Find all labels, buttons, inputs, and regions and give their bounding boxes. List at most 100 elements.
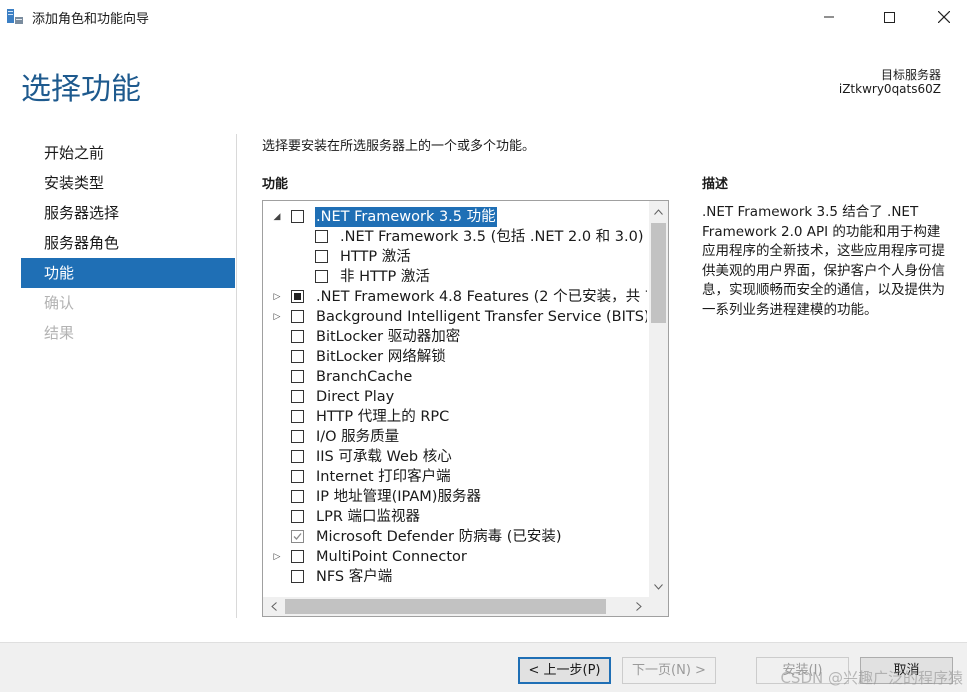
feature-label: I/O 服务质量 — [316, 429, 400, 445]
nav-item-server-selection[interactable]: 服务器选择 — [21, 198, 235, 228]
description-text: .NET Framework 3.5 结合了 .NET Framework 2.… — [702, 204, 945, 318]
feature-label: Internet 打印客户端 — [316, 469, 451, 485]
feature-checkbox[interactable] — [291, 370, 304, 383]
next-button: 下一页(N) > — [622, 657, 716, 684]
expand-arrow-icon[interactable]: ▷ — [271, 307, 283, 327]
feature-row[interactable]: .NET Framework 3.5 (包括 .NET 2.0 和 3.0) — [263, 227, 647, 247]
nav-item-server-roles[interactable]: 服务器角色 — [21, 228, 235, 258]
feature-checkbox[interactable] — [291, 210, 304, 223]
feature-label: IIS 可承载 Web 核心 — [316, 449, 452, 465]
horizontal-scroll-thumb[interactable] — [285, 599, 606, 614]
feature-row[interactable]: NFS 客户端 — [263, 567, 647, 587]
minimize-icon — [824, 16, 834, 18]
feature-checkbox[interactable] — [291, 510, 304, 523]
scroll-up-button[interactable] — [649, 203, 668, 220]
feature-checkbox[interactable] — [291, 450, 304, 463]
feature-label: .NET Framework 3.5 (包括 .NET 2.0 和 3.0) — [340, 229, 644, 245]
close-icon — [938, 11, 950, 23]
feature-label: Microsoft Defender 防病毒 (已安装) — [316, 529, 562, 545]
feature-row[interactable]: ▷ Background Intelligent Transfer Service… — [263, 307, 647, 327]
scroll-left-button[interactable] — [265, 597, 282, 616]
server-manager-icon — [6, 8, 24, 26]
title-bar: 添加角色和功能向导 — [0, 0, 967, 34]
feature-checkbox[interactable] — [291, 490, 304, 503]
maximize-button[interactable] — [866, 0, 912, 34]
feature-label: HTTP 代理上的 RPC — [316, 409, 450, 425]
nav-item-confirmation: 确认 — [44, 294, 75, 312]
feature-checkbox[interactable] — [291, 570, 304, 583]
window-title: 添加角色和功能向导 — [32, 12, 150, 27]
feature-row[interactable]: Microsoft Defender 防病毒 (已安装) — [263, 527, 647, 547]
expand-arrow-icon[interactable]: ▷ — [271, 287, 283, 307]
vertical-scroll-thumb[interactable] — [651, 223, 666, 323]
feature-label: NFS 客户端 — [316, 569, 393, 585]
feature-row[interactable]: LPR 端口监视器 — [263, 507, 647, 527]
scroll-right-button[interactable] — [630, 597, 647, 616]
feature-checkbox — [291, 530, 304, 543]
feature-row[interactable]: IIS 可承载 Web 核心 — [263, 447, 647, 467]
feature-label: HTTP 激活 — [340, 249, 411, 265]
feature-label: BranchCache — [316, 369, 413, 385]
feature-label: IP 地址管理(IPAM)服务器 — [316, 489, 481, 505]
feature-row[interactable]: I/O 服务质量 — [263, 427, 647, 447]
chevron-up-icon — [654, 208, 663, 215]
feature-checkbox[interactable] — [291, 310, 304, 323]
wizard-steps-nav: 开始之前 安装类型 服务器选择 服务器角色 功能 确认 结果 — [21, 138, 235, 348]
feature-checkbox[interactable] — [315, 230, 328, 243]
scroll-down-button[interactable] — [649, 578, 668, 595]
feature-checkbox[interactable] — [291, 350, 304, 363]
checkmark-icon — [293, 533, 302, 540]
feature-row[interactable]: ▷ .NET Framework 4.8 Features (2 个已安装，共 7 — [263, 287, 647, 307]
features-heading: 功能 — [262, 177, 289, 192]
chevron-right-icon — [635, 602, 642, 611]
feature-label: LPR 端口监视器 — [316, 509, 421, 525]
feature-label: .NET Framework 3.5 功能 — [314, 207, 498, 227]
feature-label: MultiPoint Connector — [316, 549, 467, 565]
nav-item-results: 结果 — [44, 324, 75, 342]
page-title: 选择功能 — [21, 72, 141, 107]
feature-checkbox[interactable] — [291, 470, 304, 483]
feature-row[interactable]: Direct Play — [263, 387, 647, 407]
feature-checkbox[interactable] — [291, 290, 304, 303]
destination-server-label: 目标服务器 — [880, 68, 941, 82]
feature-row[interactable]: HTTP 代理上的 RPC — [263, 407, 647, 427]
feature-checkbox[interactable] — [291, 330, 304, 343]
feature-row[interactable]: BranchCache — [263, 367, 647, 387]
feature-row[interactable]: HTTP 激活 — [263, 247, 647, 267]
chevron-down-icon — [654, 583, 663, 590]
feature-row[interactable]: BitLocker 驱动器加密 — [263, 327, 647, 347]
nav-item-installation-type[interactable]: 安装类型 — [21, 168, 235, 198]
vertical-scrollbar[interactable] — [649, 201, 668, 597]
nav-item-before-you-begin[interactable]: 开始之前 — [21, 138, 235, 168]
feature-row[interactable]: BitLocker 网络解锁 — [263, 347, 647, 367]
instruction-text: 选择要安装在所选服务器上的一个或多个功能。 — [262, 139, 536, 154]
feature-label: 非 HTTP 激活 — [340, 269, 430, 285]
collapse-arrow-icon[interactable]: ◢ — [271, 207, 283, 227]
feature-label: Direct Play — [316, 389, 395, 405]
feature-row[interactable]: IP 地址管理(IPAM)服务器 — [263, 487, 647, 507]
minimize-button[interactable] — [806, 0, 852, 34]
feature-label: BitLocker 驱动器加密 — [316, 329, 461, 345]
feature-row[interactable]: ◢ .NET Framework 3.5 功能 — [263, 207, 647, 227]
feature-label: .NET Framework 4.8 Features (2 个已安装，共 7 — [316, 289, 647, 305]
feature-checkbox[interactable] — [291, 550, 304, 563]
chevron-left-icon — [270, 602, 277, 611]
feature-row[interactable]: ▷ MultiPoint Connector — [263, 547, 647, 567]
description-heading: 描述 — [702, 177, 729, 192]
feature-checkbox[interactable] — [291, 390, 304, 403]
feature-checkbox[interactable] — [315, 250, 328, 263]
feature-checkbox[interactable] — [315, 270, 328, 283]
feature-row[interactable]: 非 HTTP 激活 — [263, 267, 647, 287]
features-tree[interactable]: ◢ .NET Framework 3.5 功能 .NET Framework 3.5… — [262, 200, 669, 617]
destination-server-name: iZtkwry0qats60Z — [838, 82, 941, 96]
feature-checkbox[interactable] — [291, 430, 304, 443]
expand-arrow-icon[interactable]: ▷ — [271, 547, 283, 567]
previous-button[interactable]: < 上一步(P) — [518, 657, 611, 684]
feature-row[interactable]: Internet 打印客户端 — [263, 467, 647, 487]
horizontal-scrollbar[interactable] — [263, 597, 649, 616]
nav-item-features[interactable]: 功能 — [21, 258, 235, 288]
feature-checkbox[interactable] — [291, 410, 304, 423]
close-button[interactable] — [921, 0, 967, 34]
nav-divider — [236, 134, 237, 618]
feature-label: Background Intelligent Transfer Service … — [316, 309, 647, 325]
